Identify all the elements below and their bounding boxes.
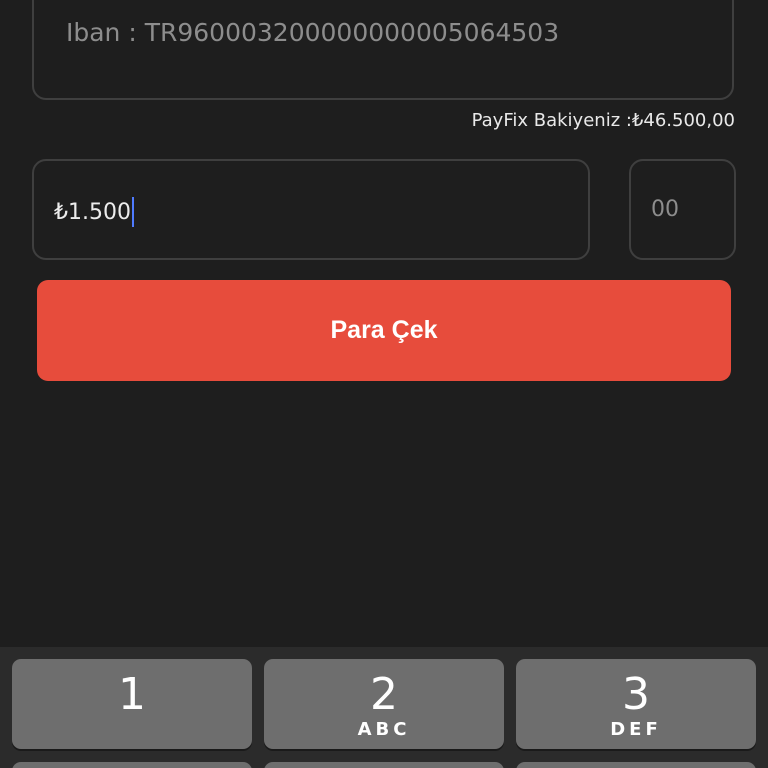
key-3[interactable]: 3 DEF — [516, 659, 756, 749]
payfix-balance: PayFix Bakiyeniz :₺46.500,00 — [471, 110, 735, 131]
key-letters: ABC — [357, 719, 411, 740]
amount-value-text: ₺1.500 — [54, 199, 131, 225]
key-4[interactable] — [12, 762, 252, 768]
withdraw-screen: Iban : TR960003200000000005064503 PayFix… — [0, 0, 768, 768]
numeric-keyboard: 1 2 ABC 3 DEF — [0, 647, 768, 768]
key-number: 1 — [118, 669, 146, 720]
key-5[interactable] — [264, 762, 504, 768]
key-6[interactable] — [516, 762, 756, 768]
key-number: 2 — [370, 669, 398, 720]
amount-input[interactable]: ₺1.500 — [32, 159, 590, 260]
cents-value: 00 — [651, 197, 679, 222]
iban-text: Iban : TR960003200000000005064503 — [66, 18, 560, 47]
withdraw-button[interactable]: Para Çek — [37, 280, 731, 381]
key-2[interactable]: 2 ABC — [264, 659, 504, 749]
iban-field[interactable]: Iban : TR960003200000000005064503 — [32, 0, 734, 100]
key-number: 3 — [622, 669, 650, 720]
key-1[interactable]: 1 — [12, 659, 252, 749]
amount-value: ₺1.500 — [54, 197, 134, 227]
cents-input[interactable]: 00 — [629, 159, 736, 260]
key-letters: DEF — [610, 719, 662, 740]
text-caret — [131, 197, 134, 227]
